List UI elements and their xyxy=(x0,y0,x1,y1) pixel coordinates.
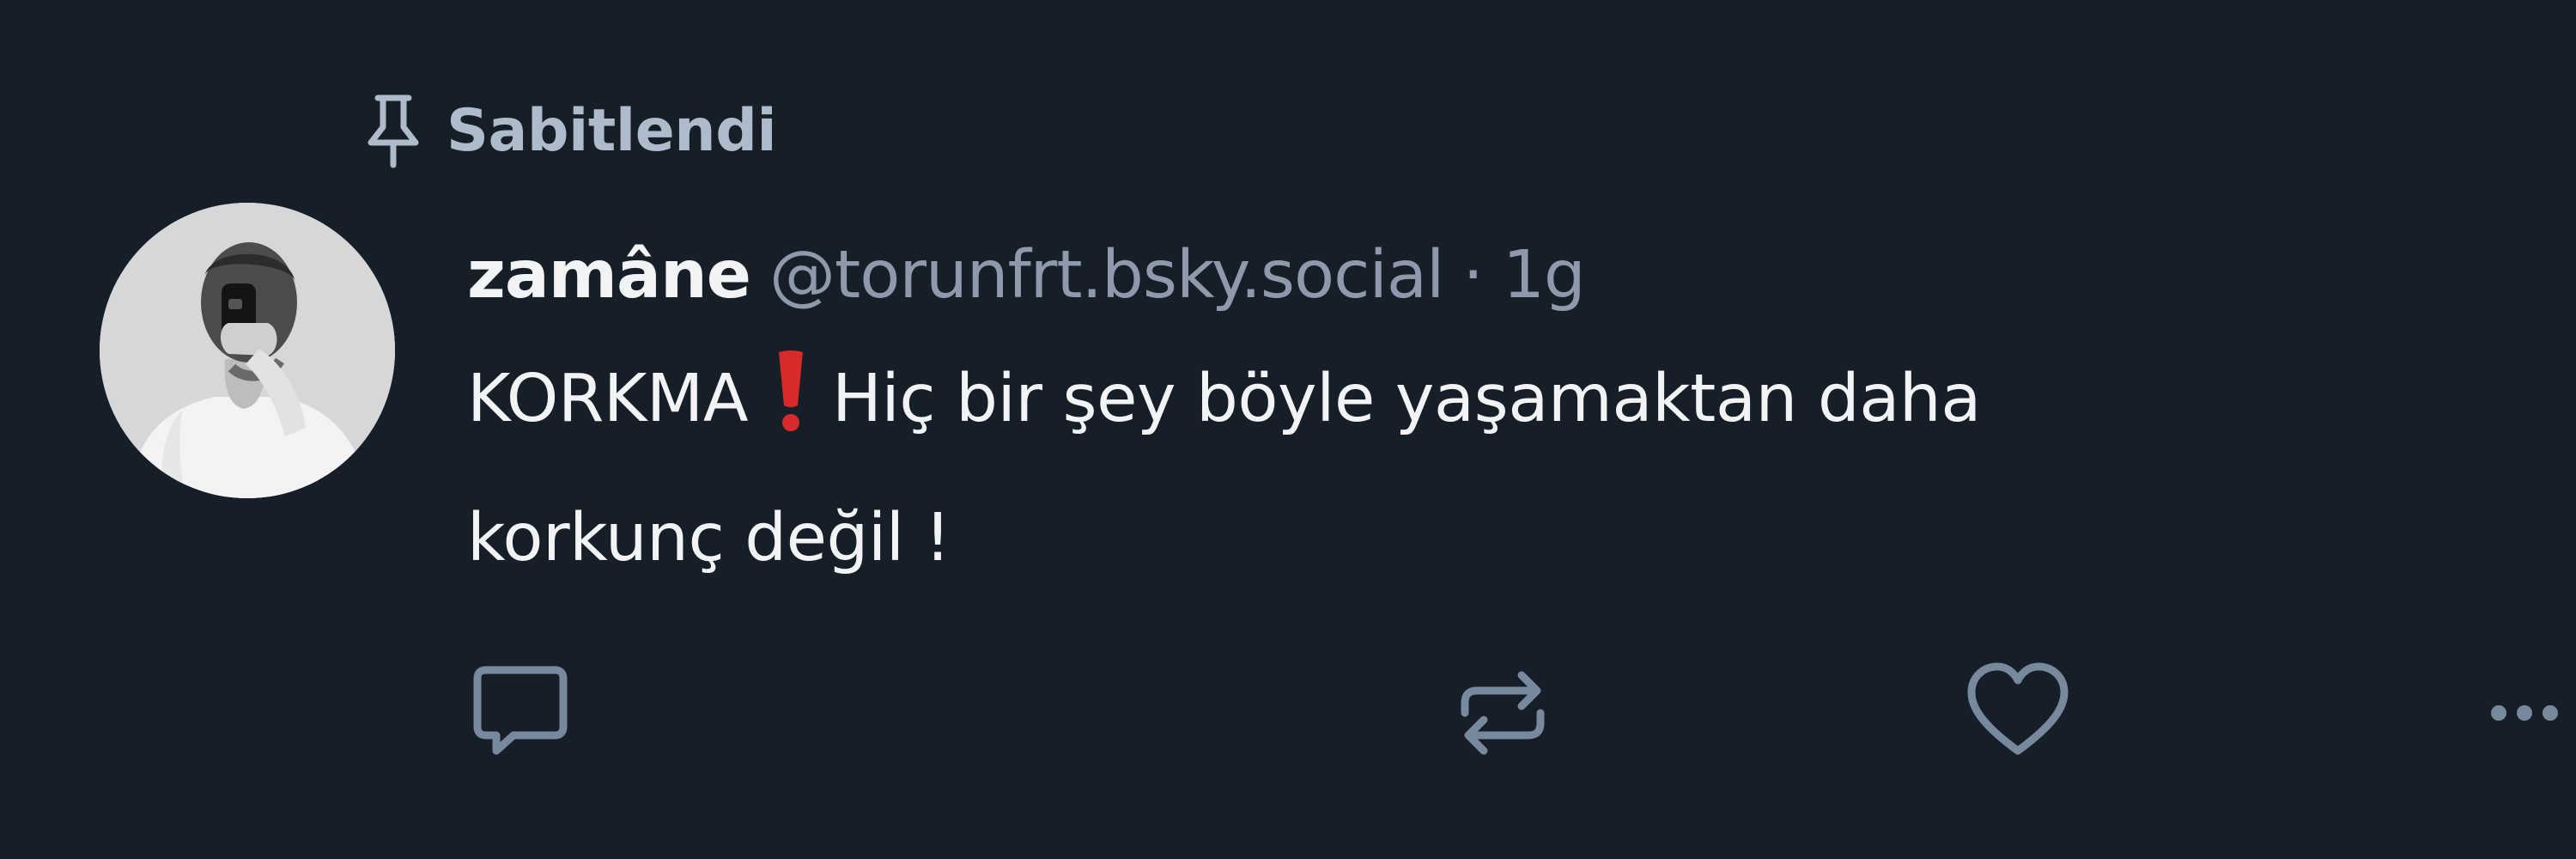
post-card[interactable]: Sabitlendi zamâne @torunfrt.bsky.social … xyxy=(0,0,2576,859)
exclamation-icon xyxy=(779,350,803,431)
author-display-name[interactable]: zamâne xyxy=(467,228,751,323)
post-actions xyxy=(464,653,2558,773)
reply-button[interactable] xyxy=(460,653,580,773)
more-icon xyxy=(2491,705,2558,721)
like-icon xyxy=(1967,662,2069,755)
author-handle[interactable]: @torunfrt.bsky.social xyxy=(769,228,1444,323)
post-text: KORKMA Hiç bir şey böyle yaşamaktan daha … xyxy=(467,330,2511,608)
pin-icon xyxy=(368,94,419,168)
like-button[interactable] xyxy=(1958,653,2078,773)
more-options-button[interactable] xyxy=(2464,653,2576,773)
post-timestamp[interactable]: 1g xyxy=(1503,228,1586,323)
post-content: zamâne @torunfrt.bsky.social · 1g KORKMA… xyxy=(467,228,2511,608)
avatar-photo xyxy=(100,203,395,498)
header-separator: · xyxy=(1462,237,1484,314)
repost-button[interactable] xyxy=(1443,653,1563,773)
reply-icon xyxy=(473,666,568,755)
pinned-label: Sabitlendi xyxy=(447,96,777,165)
avatar[interactable] xyxy=(100,203,395,498)
repost-icon xyxy=(1461,671,1545,755)
post-text-part1: KORKMA xyxy=(467,361,749,437)
pinned-indicator: Sabitlendi xyxy=(361,89,777,172)
post-header: zamâne @torunfrt.bsky.social · 1g xyxy=(467,228,2511,323)
